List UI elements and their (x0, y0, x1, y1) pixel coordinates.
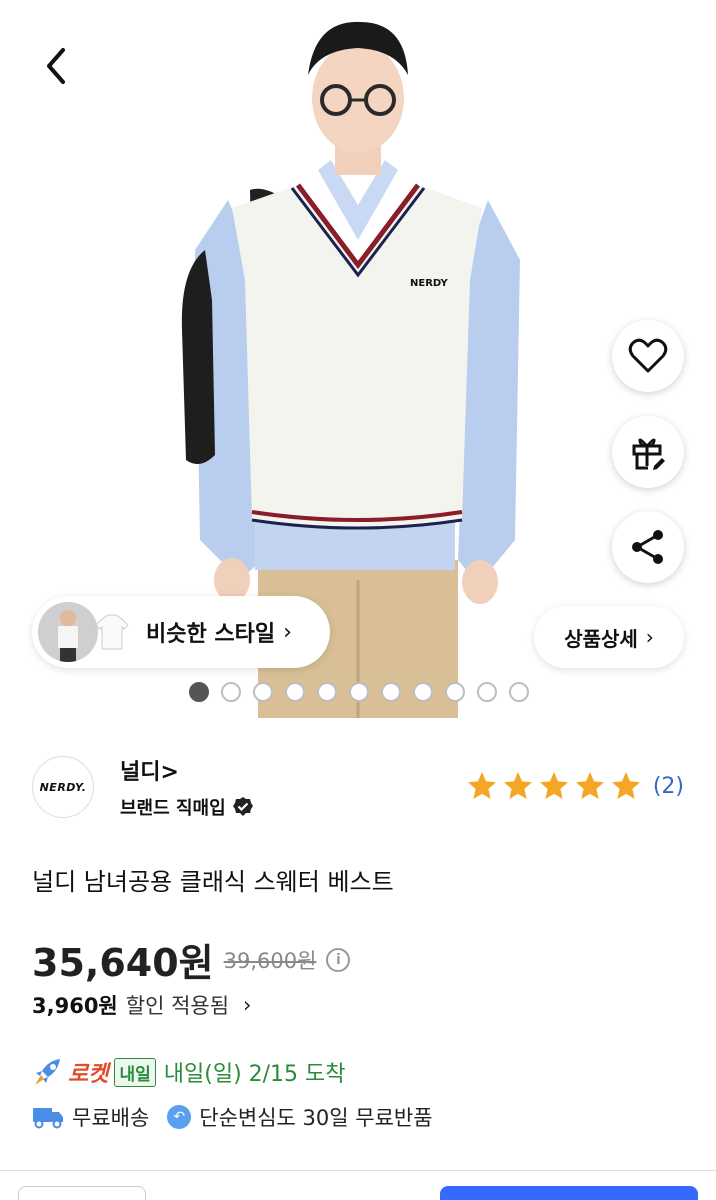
similar-style-shirt-icon (94, 607, 130, 657)
chevron-right-icon: › (283, 619, 292, 645)
carousel-dot[interactable] (349, 682, 369, 702)
similar-style-thumbnail (38, 602, 98, 662)
vest-logo: NERDY (410, 278, 448, 289)
truck-icon (33, 1108, 63, 1129)
rocket-label: 로켓 (68, 1062, 109, 1087)
discount-amount: 3,960원 (32, 994, 118, 1018)
star-rating (465, 770, 643, 802)
share-icon (632, 530, 663, 564)
discount-row[interactable]: 3,960원 할인 적용됨 › (32, 990, 251, 1020)
chevron-right-icon: › (645, 625, 654, 649)
carousel-dot[interactable] (221, 682, 241, 702)
carousel-dot[interactable] (253, 682, 273, 702)
naeil-badge: 내일 (114, 1057, 156, 1087)
carousel-dot[interactable] (285, 682, 305, 702)
carousel-dot[interactable] (445, 682, 465, 702)
carousel-dot[interactable] (477, 682, 497, 702)
review-count-link[interactable]: (2) (653, 774, 684, 799)
carousel-dot[interactable] (381, 682, 401, 702)
carousel-dot[interactable] (317, 682, 337, 702)
brand-row: NERDY. 널디> 브랜드 직매입 (2) (32, 752, 684, 828)
heart-icon (628, 338, 668, 373)
product-detail-button[interactable]: 상품상세 › (534, 606, 684, 668)
back-button[interactable] (30, 40, 82, 92)
carousel-dot[interactable] (189, 682, 209, 702)
rocket-icon (35, 1059, 60, 1085)
carousel-dot[interactable] (509, 682, 529, 702)
star-icon (575, 772, 604, 800)
brand-link[interactable]: 널디> (120, 754, 179, 786)
return-icon: ↶ (167, 1105, 192, 1129)
free-return-label: 단순변심도 30일 무료반품 (199, 1106, 433, 1130)
gift-button[interactable] (612, 416, 684, 488)
discount-applied-label: 할인 적용됨 (125, 994, 230, 1018)
star-icon (503, 772, 532, 800)
product-detail-label: 상품상세 (564, 626, 638, 651)
shipping-row: 무료배송 ↶ 단순변심도 30일 무료반품 (32, 1102, 433, 1132)
original-price: 39,600원 (223, 948, 317, 973)
bottom-secondary-button[interactable] (18, 1186, 146, 1200)
product-title: 널디 남녀공용 클래식 스웨터 베스트 (32, 868, 394, 896)
brand-direct-label: 브랜드 직매입 (120, 798, 226, 819)
star-icon (467, 772, 496, 800)
star-icon (539, 772, 568, 800)
similar-style-button[interactable]: 비슷한 스타일 › (32, 596, 330, 668)
sale-price: 35,640원 (32, 941, 214, 985)
info-icon[interactable]: i (326, 947, 351, 972)
carousel-indicator (189, 682, 529, 702)
price-row: 35,640원 39,600원 i (32, 932, 351, 987)
bottom-divider (0, 1170, 716, 1171)
arrival-date: 내일(일) 2/15 도착 (163, 1062, 346, 1087)
rating-summary[interactable]: (2) (465, 770, 684, 802)
share-button[interactable] (612, 511, 684, 583)
brand-logo[interactable]: NERDY. (32, 756, 94, 818)
star-icon (611, 772, 640, 800)
brand-direct-badge: 브랜드 직매입 (120, 794, 254, 820)
chevron-left-icon (47, 48, 65, 84)
rocket-delivery-row: 로켓 내일 내일(일) 2/15 도착 (32, 1056, 346, 1088)
free-shipping-label: 무료배송 (72, 1106, 150, 1130)
similar-style-label: 비슷한 스타일 (146, 622, 276, 647)
wishlist-button[interactable] (612, 320, 684, 392)
gift-icon (632, 438, 665, 470)
carousel-dot[interactable] (413, 682, 433, 702)
chevron-right-icon: › (243, 993, 252, 1017)
bottom-primary-button[interactable] (440, 1186, 698, 1200)
verified-icon (232, 797, 253, 816)
product-image-carousel[interactable]: NERDY 비슷한 스타일 › 상품상세 › (0, 0, 716, 718)
